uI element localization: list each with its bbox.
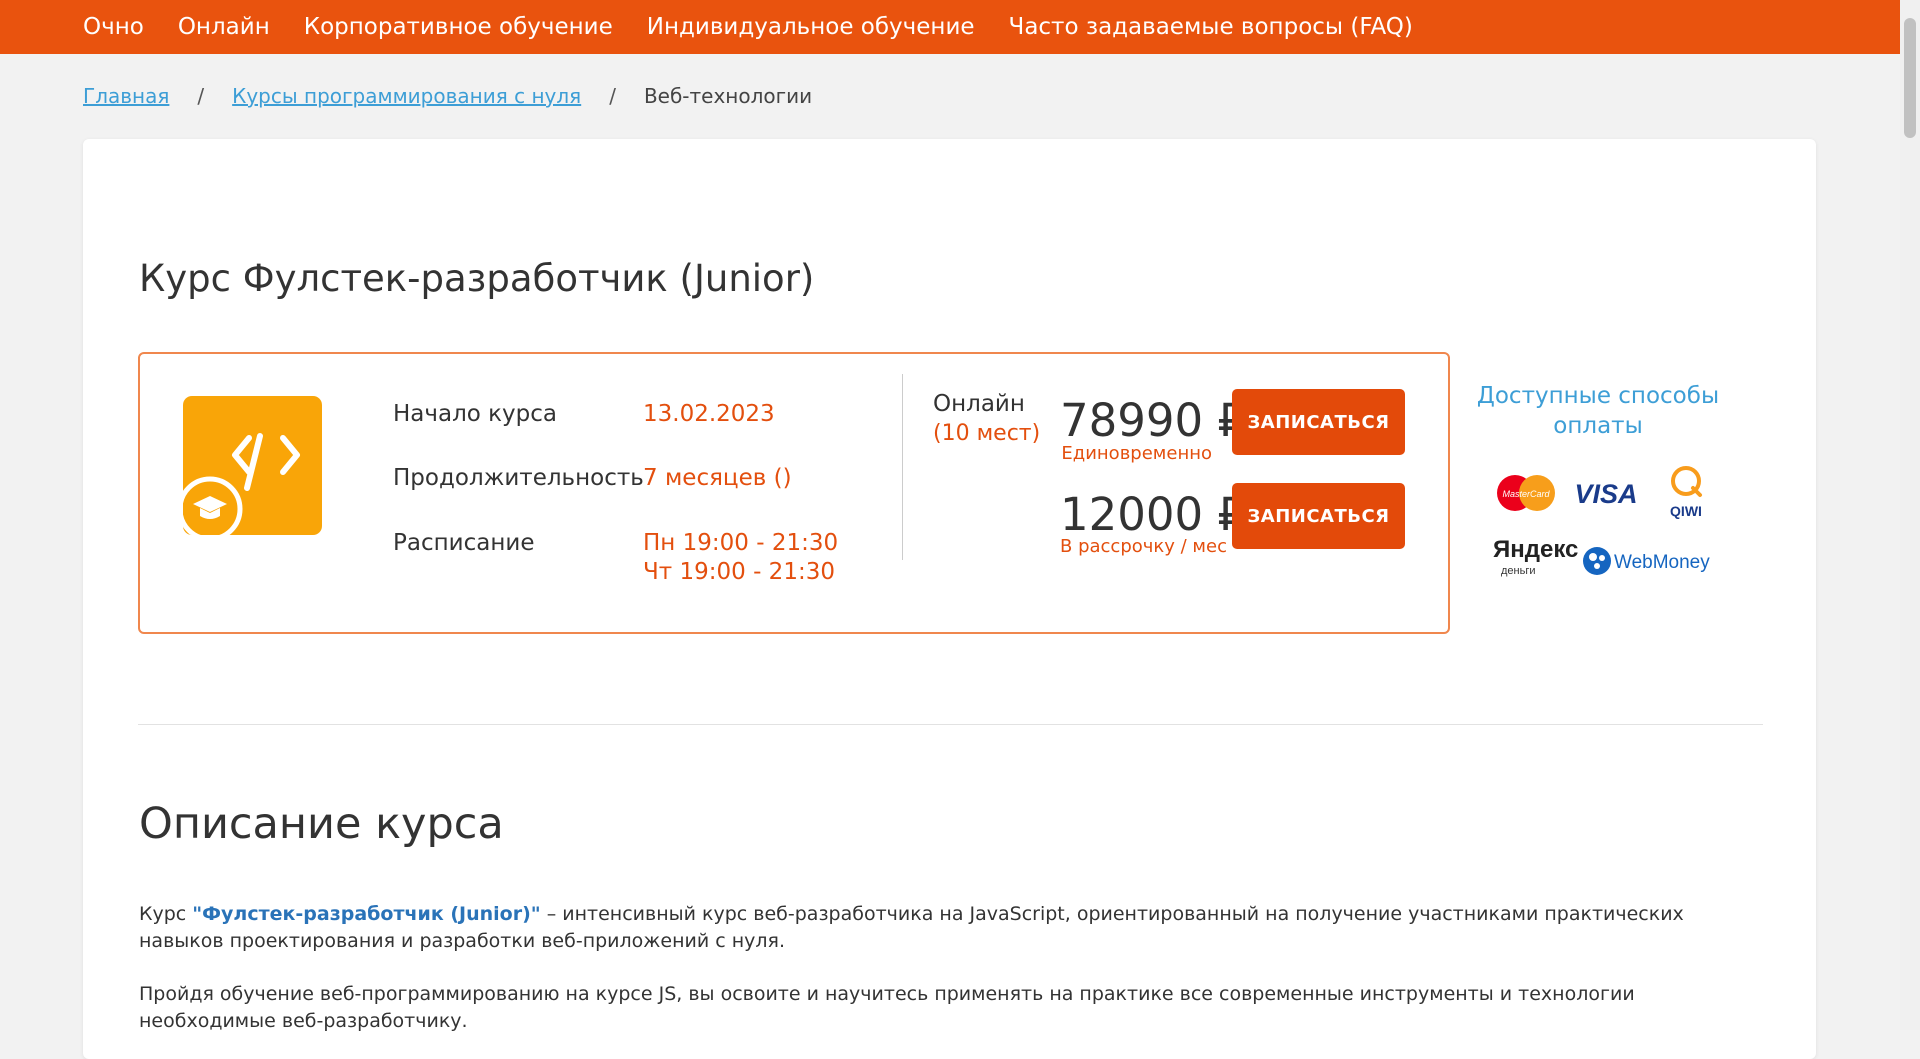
scrollbar-thumb[interactable] bbox=[1904, 18, 1916, 138]
schedule-line-2: Чт 19:00 - 21:30 bbox=[643, 559, 835, 585]
nav-item-faq[interactable]: Часто задаваемые вопросы (FAQ) bbox=[1009, 14, 1413, 40]
price-full-note: Единовременно bbox=[1061, 443, 1212, 464]
payment-logos: MasterCard VISA QIWI Яндекс деньги WebMo… bbox=[1493, 459, 1713, 599]
duration-value: 7 месяцев () bbox=[643, 465, 792, 491]
nav-item-individual[interactable]: Индивидуальное обучение bbox=[647, 14, 975, 40]
page-scrollbar[interactable] bbox=[1900, 0, 1920, 1030]
price-installment-note: В рассрочку / мес bbox=[1060, 536, 1227, 557]
yandex-logo: Яндекс bbox=[1493, 536, 1578, 563]
breadcrumb-separator: / bbox=[609, 84, 616, 108]
payment-methods-title: Доступные способы оплаты bbox=[1476, 383, 1720, 439]
duration-label: Продолжительность bbox=[393, 465, 644, 491]
top-navigation: Очно Онлайн Корпоративное обучение Индив… bbox=[0, 0, 1900, 54]
format-label: Онлайн bbox=[933, 391, 1025, 417]
nav-item-online[interactable]: Онлайн bbox=[178, 14, 270, 40]
price-full: 78990 ₽ bbox=[1060, 394, 1246, 447]
description-title: Описание курса bbox=[139, 799, 504, 849]
course-name-highlight: "Фулстек-разработчик (Junior)" bbox=[192, 903, 541, 925]
vertical-divider bbox=[902, 374, 903, 560]
page-title: Курс Фулстек-разработчик (Junior) bbox=[139, 257, 815, 300]
code-education-icon bbox=[183, 396, 322, 535]
price-installment: 12000 ₽ bbox=[1060, 488, 1246, 541]
description-paragraph-1: Курс "Фулстек-разработчик (Junior)" – ин… bbox=[139, 901, 1769, 955]
mastercard-logo: MasterCard bbox=[1497, 475, 1555, 511]
seats-count: (10 мест) bbox=[933, 421, 1041, 446]
webmoney-text: WebMoney bbox=[1614, 552, 1710, 573]
section-divider bbox=[138, 724, 1763, 725]
schedule-line-1: Пн 19:00 - 21:30 bbox=[643, 530, 839, 556]
price-full-value: 78990 bbox=[1060, 394, 1204, 447]
course-card: Курс Фулстек-разработчик (Junior) Начало… bbox=[83, 139, 1816, 1059]
enroll-button-full[interactable]: ЗАПИСАТЬСЯ bbox=[1232, 389, 1405, 455]
price-installment-value: 12000 bbox=[1060, 488, 1204, 541]
breadcrumb: Главная / Курсы программирования с нуля … bbox=[83, 84, 812, 108]
enroll-button-installment[interactable]: ЗАПИСАТЬСЯ bbox=[1232, 483, 1405, 549]
description-prefix: Курс bbox=[139, 903, 193, 925]
webmoney-logo: WebMoney bbox=[1583, 547, 1710, 575]
schedule-label: Расписание bbox=[393, 530, 535, 556]
start-value: 13.02.2023 bbox=[643, 401, 775, 427]
visa-logo: VISA bbox=[1574, 479, 1637, 509]
description-paragraph-2: Пройдя обучение веб-программированию на … bbox=[139, 983, 1635, 1032]
qiwi-logo: QIWI bbox=[1670, 466, 1702, 519]
start-label: Начало курса bbox=[393, 401, 557, 427]
mastercard-text: MasterCard bbox=[1502, 489, 1550, 499]
qiwi-text: QIWI bbox=[1670, 503, 1702, 519]
nav-item-corporate[interactable]: Корпоративное обучение bbox=[304, 14, 613, 40]
breadcrumb-separator: / bbox=[197, 84, 205, 108]
breadcrumb-home-link[interactable]: Главная bbox=[83, 84, 169, 108]
yandex-money-text: деньги bbox=[1501, 565, 1536, 577]
nav-item-offline[interactable]: Очно bbox=[83, 14, 144, 40]
course-offer-box: Начало курса 13.02.2023 Продолжительност… bbox=[138, 352, 1450, 634]
breadcrumb-parent-link[interactable]: Курсы программирования с нуля bbox=[232, 84, 581, 108]
breadcrumb-current: Веб-технологии bbox=[643, 84, 813, 108]
